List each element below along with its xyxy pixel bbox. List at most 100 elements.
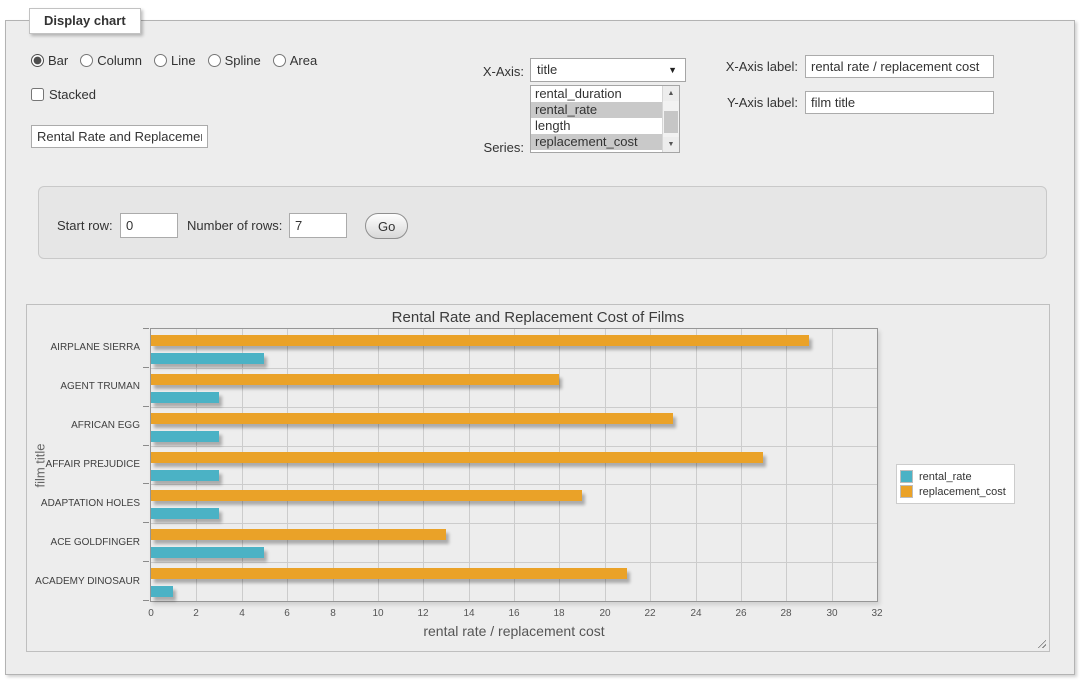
x-tick-label: 14: [454, 608, 484, 619]
number-of-rows-input[interactable]: [289, 213, 347, 238]
row-controls-panel: Start row: Number of rows: Go: [38, 186, 1047, 259]
bar-replacement_cost: [151, 413, 673, 424]
bar-replacement_cost: [151, 490, 582, 501]
radio-bar[interactable]: [31, 54, 44, 67]
y-tick-mark: [143, 445, 149, 446]
chart-type-option-bar[interactable]: Bar: [31, 53, 68, 68]
scrollbar-thumb[interactable]: [664, 111, 678, 133]
y-tick-mark: [143, 483, 149, 484]
x-tick-label: 2: [181, 608, 211, 619]
gridline-vertical: [559, 329, 560, 601]
gridline-vertical: [287, 329, 288, 601]
gridline-vertical: [333, 329, 334, 601]
x-tick-label: 20: [590, 608, 620, 619]
x-tick-label: 18: [544, 608, 574, 619]
x-tick-label: 24: [681, 608, 711, 619]
gridline-horizontal: [151, 562, 877, 563]
plot-area: [150, 328, 878, 602]
radio-label-spline: Spline: [225, 53, 261, 68]
gridline-vertical: [469, 329, 470, 601]
legend-label-rental_rate: rental_rate: [919, 471, 972, 483]
stacked-label: Stacked: [49, 87, 96, 102]
series-option-rental_duration[interactable]: rental_duration: [531, 86, 662, 102]
x-axis-label-input[interactable]: [805, 55, 994, 78]
resize-handle-icon[interactable]: [1035, 637, 1046, 648]
radio-column[interactable]: [80, 54, 93, 67]
gridline-horizontal: [151, 484, 877, 485]
legend-swatch-replacement_cost: [900, 485, 913, 498]
x-tick-label: 16: [499, 608, 529, 619]
legend-swatch-rental_rate: [900, 470, 913, 483]
bar-replacement_cost: [151, 529, 446, 540]
chart-type-option-line[interactable]: Line: [154, 53, 196, 68]
bar-replacement_cost: [151, 568, 627, 579]
y-category-label: ACE GOLDFINGER: [27, 537, 140, 548]
stacked-checkbox[interactable]: [31, 88, 44, 101]
start-row-input[interactable]: [120, 213, 178, 238]
gridline-horizontal: [151, 523, 877, 524]
x-tick-label: 28: [771, 608, 801, 619]
y-category-label: ACADEMY DINOSAUR: [27, 576, 140, 587]
display-chart-panel: Display chart BarColumnLineSplineArea St…: [5, 20, 1075, 675]
y-tick-mark: [143, 600, 149, 601]
start-row-label: Start row:: [57, 213, 113, 239]
gridline-vertical: [514, 329, 515, 601]
gridline-horizontal: [151, 368, 877, 369]
scroll-down-icon[interactable]: ▼: [663, 137, 679, 152]
bar-rental_rate: [151, 392, 219, 403]
x-tick-label: 6: [272, 608, 302, 619]
chart-type-option-area[interactable]: Area: [273, 53, 317, 68]
radio-label-area: Area: [290, 53, 317, 68]
radio-line[interactable]: [154, 54, 167, 67]
chart-title-input[interactable]: [31, 125, 208, 148]
gridline-vertical: [741, 329, 742, 601]
y-tick-mark: [143, 561, 149, 562]
bar-rental_rate: [151, 586, 173, 597]
y-category-label: ADAPTATION HOLES: [27, 498, 140, 509]
chart-legend: rental_rate replacement_cost: [896, 464, 1015, 504]
panel-legend: Display chart: [29, 8, 141, 34]
y-tick-mark: [143, 367, 149, 368]
y-category-label: AIRPLANE SIERRA: [27, 342, 140, 353]
gridline-horizontal: [151, 407, 877, 408]
legend-item-rental_rate: rental_rate: [900, 470, 1006, 483]
y-tick-mark: [143, 406, 149, 407]
chart-container: Rental Rate and Replacement Cost of Film…: [26, 304, 1050, 652]
legend-label-replacement_cost: replacement_cost: [919, 486, 1006, 498]
radio-spline[interactable]: [208, 54, 221, 67]
go-button[interactable]: Go: [365, 213, 408, 239]
bar-rental_rate: [151, 470, 219, 481]
bar-replacement_cost: [151, 452, 763, 463]
gridline-vertical: [605, 329, 606, 601]
series-label: Series:: [401, 138, 524, 158]
y-category-label: AGENT TRUMAN: [27, 381, 140, 392]
gridline-horizontal: [151, 446, 877, 447]
x-tick-label: 12: [408, 608, 438, 619]
chart-type-radios: Bar Column Line Spline Area: [31, 53, 317, 68]
series-option-length[interactable]: length: [531, 118, 662, 134]
x-axis-select-value: title: [537, 62, 557, 77]
radio-label-line: Line: [171, 53, 196, 68]
x-tick-label: 0: [136, 608, 166, 619]
gridline-vertical: [242, 329, 243, 601]
radio-label-bar: Bar: [48, 53, 68, 68]
x-tick-label: 10: [363, 608, 393, 619]
series-options: rental_durationrental_ratelengthreplacem…: [531, 86, 662, 152]
y-tick-mark: [143, 328, 149, 329]
y-category-label: AFFAIR PREJUDICE: [27, 459, 140, 470]
radio-area[interactable]: [273, 54, 286, 67]
x-axis-label-label: X-Axis label:: [646, 56, 798, 78]
x-tick-label: 30: [817, 608, 847, 619]
chart-title: Rental Rate and Replacement Cost of Film…: [27, 309, 1049, 326]
bar-rental_rate: [151, 353, 264, 364]
series-option-rental_rate[interactable]: rental_rate: [531, 102, 662, 118]
chart-type-option-column[interactable]: Column: [80, 53, 142, 68]
stacked-option[interactable]: Stacked: [31, 87, 96, 102]
y-category-label: AFRICAN EGG: [27, 420, 140, 431]
series-option-replacement_cost[interactable]: replacement_cost: [531, 134, 662, 150]
gridline-vertical: [832, 329, 833, 601]
chart-type-option-spline[interactable]: Spline: [208, 53, 261, 68]
number-of-rows-label: Number of rows:: [187, 213, 282, 239]
gridline-vertical: [786, 329, 787, 601]
y-axis-label-input[interactable]: [805, 91, 994, 114]
